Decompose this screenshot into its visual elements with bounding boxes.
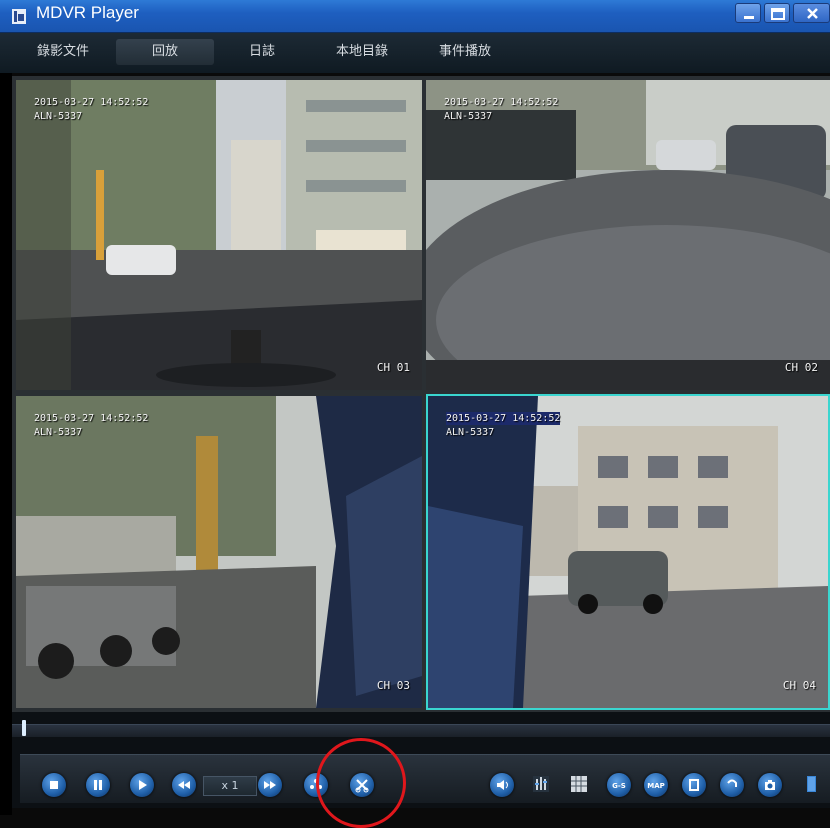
osd-plate: ALN-5337 — [446, 427, 495, 438]
menu-item-event-playback[interactable]: 事件播放 — [420, 39, 510, 65]
clip-button[interactable] — [350, 773, 374, 797]
title-bar: MDVR Player — [0, 0, 830, 33]
refresh-icon — [727, 779, 737, 787]
stop-icon — [50, 781, 58, 789]
osd-channel: CH 04 — [782, 679, 816, 692]
osd-timestamp: 2015-03-27 14:52:52 — [446, 412, 561, 425]
app-icon — [12, 9, 26, 24]
gsensor-icon: G-S — [612, 782, 626, 790]
camera-feed-image — [16, 80, 422, 390]
osd-channel: CH 01 — [376, 361, 410, 374]
clip-icon — [355, 779, 369, 793]
camera-view-ch4[interactable]: 2015-03-27 14:52:52 ALN-5337 CH 04 — [426, 394, 830, 710]
grid-icon — [571, 776, 587, 792]
camera-icon — [765, 780, 775, 790]
menu-item-playback[interactable]: 回放 — [116, 39, 214, 65]
window-icon — [689, 779, 699, 791]
gsensor-button[interactable]: G-S — [607, 773, 631, 797]
step-button[interactable] — [304, 773, 328, 797]
snapshot-button[interactable] — [758, 773, 782, 797]
camera-view-ch1[interactable]: 2015-03-27 14:52:52 ALN-5337 CH 01 — [16, 80, 422, 390]
window-button[interactable] — [682, 773, 706, 797]
osd-channel: CH 02 — [784, 361, 818, 374]
volume-icon — [497, 780, 508, 790]
file-button[interactable] — [800, 773, 822, 795]
timeline-track[interactable] — [12, 724, 830, 737]
rewind-button[interactable] — [172, 773, 196, 797]
menu-item-local-directory[interactable]: 本地目錄 — [312, 39, 412, 65]
refresh-button[interactable] — [720, 773, 744, 797]
rewind-icon — [178, 781, 190, 789]
osd-timestamp: 2015-03-27 14:52:52 — [34, 97, 149, 108]
gsensor-label: G-S — [612, 782, 626, 790]
equalizer-icon — [533, 776, 549, 792]
camera-view-ch2[interactable]: 2015-03-27 14:52:52 ALN-5337 CH 02 — [426, 80, 830, 390]
camera-feed-image — [426, 80, 830, 390]
close-icon — [807, 8, 818, 19]
play-button[interactable] — [130, 773, 154, 797]
menu-bar: 錄影文件 回放 日誌 本地目錄 事件播放 — [0, 33, 830, 73]
play-icon — [139, 780, 147, 790]
menu-item-log[interactable]: 日誌 — [222, 39, 302, 65]
camera-feed-image — [16, 396, 422, 708]
close-button[interactable] — [793, 3, 830, 23]
control-bar: x 1 G-S MAP — [12, 748, 830, 808]
control-bar-panel: x 1 G-S MAP — [20, 754, 830, 803]
osd-channel: CH 03 — [376, 679, 410, 692]
menu-item-recordings[interactable]: 錄影文件 — [18, 39, 108, 65]
maximize-icon — [771, 8, 785, 20]
map-button[interactable]: MAP — [644, 773, 668, 797]
stop-button[interactable] — [42, 773, 66, 797]
osd-plate: ALN-5337 — [34, 427, 83, 438]
file-icon — [807, 776, 816, 792]
pause-icon — [94, 780, 102, 790]
speed-indicator: x 1 — [203, 776, 257, 796]
camera-feed-image — [428, 396, 828, 708]
equalizer-button[interactable] — [530, 773, 552, 795]
minimize-icon — [744, 16, 754, 19]
maximize-button[interactable] — [764, 3, 790, 23]
timeline-area — [12, 712, 830, 748]
step-icon — [310, 779, 322, 789]
osd-plate: ALN-5337 — [444, 111, 493, 122]
volume-button[interactable] — [490, 773, 514, 797]
window-left-frame — [0, 33, 12, 815]
minimize-button[interactable] — [735, 3, 761, 23]
camera-view-ch3[interactable]: 2015-03-27 14:52:52 ALN-5337 CH 03 — [16, 396, 422, 708]
map-icon: MAP — [647, 782, 665, 790]
osd-timestamp: 2015-03-27 14:52:52 — [444, 97, 559, 108]
timeline-thumb[interactable] — [22, 720, 27, 736]
map-label: MAP — [647, 782, 665, 790]
pause-button[interactable] — [86, 773, 110, 797]
grid-layout-button[interactable] — [568, 773, 590, 795]
fast-forward-button[interactable] — [258, 773, 282, 797]
fast-forward-icon — [264, 781, 276, 789]
osd-timestamp: 2015-03-27 14:52:52 — [34, 413, 149, 424]
osd-plate: ALN-5337 — [34, 111, 83, 122]
window-title: MDVR Player — [36, 3, 139, 22]
video-grid: 2015-03-27 14:52:52 ALN-5337 CH 01 2015-… — [12, 76, 830, 712]
